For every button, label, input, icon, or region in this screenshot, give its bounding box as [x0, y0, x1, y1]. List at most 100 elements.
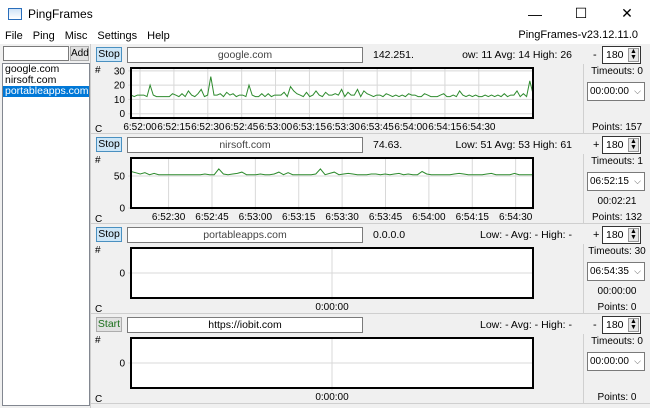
stop-button[interactable]: Stop — [96, 227, 122, 242]
side-info: Timeouts: 1 06:52:15 ⌵ 00:02:21 Points: 1… — [583, 154, 650, 224]
y-tick-label: 0 — [119, 269, 125, 280]
title-bar: PingFrames — ☐ ✕ — [0, 0, 650, 27]
x-tick-label: 6:53:15 — [282, 212, 316, 223]
y-tick-label: 0 — [119, 359, 125, 370]
menu-help[interactable]: Help — [142, 30, 175, 42]
count-stepper[interactable]: 180 ▲ ▼ — [602, 316, 641, 334]
x-tick-label: 0:00:00 — [315, 302, 349, 313]
points-label: Points: 0 — [597, 392, 637, 403]
elapsed-label: 00:00:00 — [597, 286, 637, 297]
ping-panel: Start https://iobit.com Low: - Avg: - Hi… — [91, 314, 650, 404]
window-title: PingFrames — [28, 6, 93, 21]
x-tick-label: 6:54:30 — [499, 212, 533, 223]
count-stepper[interactable]: 180 ▲ ▼ — [602, 136, 641, 154]
ip-address: 0.0.0.0 — [373, 229, 406, 241]
menu-file[interactable]: File — [0, 30, 28, 42]
x-tick-label: 6:52:45 — [225, 122, 259, 133]
ip-address: 74.63. — [373, 139, 403, 151]
x-tick-label: 6:54:15 — [428, 122, 462, 133]
c-label: C — [95, 124, 102, 134]
ping-stats: Low: - Avg: - High: - — [479, 229, 572, 241]
x-tick-label: 6:53:15 — [293, 122, 327, 133]
count-stepper[interactable]: 180 ▲ ▼ — [602, 46, 641, 64]
y-tick-label: 10 — [114, 95, 126, 106]
ip-address: 142.251. — [373, 49, 414, 61]
c-label: C — [95, 304, 102, 314]
x-tick-label: 6:52:00 — [123, 122, 157, 133]
elapsed-label: 00:02:21 — [597, 196, 637, 207]
menu-settings[interactable]: Settings — [92, 30, 142, 42]
side-info: Timeouts: 0 00:00:00 ⌵ Points: 0 — [583, 334, 650, 404]
version-label: PingFrames-v23.12.11.0 — [518, 29, 638, 41]
time-dropdown[interactable]: 00:00:00 ⌵ — [587, 82, 645, 101]
hash-label: # — [95, 335, 101, 346]
ping-chart: 6:52:00 6:52:15 6:52:30 6:52:45 6:53:00 6:53:… — [95, 65, 534, 134]
close-button[interactable]: ✕ — [604, 0, 650, 27]
ping-chart: 0:00:00 0 # C — [95, 245, 534, 314]
time-dropdown[interactable]: 06:54:35 ⌵ — [587, 262, 645, 281]
menu-misc[interactable]: Misc — [60, 30, 93, 42]
c-label: C — [95, 394, 102, 404]
menu-bar: File Ping Misc Settings Help PingFrames-… — [0, 27, 650, 44]
timeouts-label: Timeouts: 0 — [591, 66, 643, 77]
x-tick-label: 6:54:15 — [456, 212, 490, 223]
x-tick-label: 6:53:00 — [259, 122, 293, 133]
x-tick-label: 6:53:45 — [360, 122, 394, 133]
ping-panel: Stop google.com 142.251. ow: 11 Avg: 14 … — [91, 44, 650, 134]
time-dropdown-value: 00:00:00 — [590, 356, 629, 367]
ping-chart: 6:52:30 6:52:45 6:53:00 6:53:15 6:53:30 6:53:… — [95, 155, 534, 224]
time-dropdown-value: 00:00:00 — [590, 86, 629, 97]
x-tick-label: 6:53:45 — [369, 212, 403, 223]
host-field[interactable]: portableapps.com — [127, 227, 363, 243]
add-host-input[interactable] — [3, 46, 69, 61]
ping-chart: 0:00:00 0 # C — [95, 335, 534, 404]
host-list-item-selected[interactable]: portableapps.com — [3, 86, 89, 97]
ping-panel: Stop nirsoft.com 74.63. Low: 51 Avg: 53 … — [91, 134, 650, 224]
stepper-arrows-icon[interactable]: ▲ ▼ — [628, 138, 639, 152]
x-tick-label: 6:53:30 — [325, 212, 359, 223]
stop-button[interactable]: Stop — [96, 47, 122, 62]
stepper-arrows-icon[interactable]: ▲ ▼ — [628, 228, 639, 242]
ping-stats: Low: - Avg: - High: - — [479, 319, 572, 331]
timeouts-label: Timeouts: 0 — [591, 336, 643, 347]
stop-button[interactable]: Stop — [96, 137, 122, 152]
x-tick-label: 6:52:30 — [152, 212, 186, 223]
count-value: 180 — [606, 139, 624, 151]
chevron-down-icon: ⌵ — [634, 176, 641, 186]
time-dropdown[interactable]: 00:00:00 ⌵ — [587, 352, 645, 371]
x-tick-label: 6:54:30 — [462, 122, 496, 133]
sign-label: - — [593, 49, 597, 61]
start-button[interactable]: Start — [96, 317, 122, 332]
x-tick-label: 6:53:00 — [239, 212, 273, 223]
x-tick-label: 6:54:00 — [412, 212, 446, 223]
count-stepper[interactable]: 180 ▲ ▼ — [602, 226, 641, 244]
count-value: 180 — [606, 319, 624, 331]
chevron-down-icon: ⌵ — [634, 356, 641, 366]
chevron-down-icon: ⌵ — [634, 86, 641, 96]
y-tick-label: 0 — [119, 204, 125, 215]
host-field[interactable]: nirsoft.com — [127, 137, 363, 153]
ping-stats: Low: 51 Avg: 53 High: 61 — [455, 139, 572, 151]
timeouts-label: Timeouts: 1 — [591, 156, 643, 167]
x-tick-label: 6:52:30 — [191, 122, 225, 133]
count-value: 180 — [606, 49, 624, 61]
timeouts-label: Timeouts: 30 — [588, 246, 646, 257]
c-label: C — [95, 214, 102, 224]
minimize-button[interactable]: — — [512, 0, 558, 27]
add-button[interactable]: Add — [70, 46, 89, 61]
ping-panel: Stop portableapps.com 0.0.0.0 Low: - Avg… — [91, 224, 650, 314]
stepper-arrows-icon[interactable]: ▲ ▼ — [628, 48, 639, 62]
host-field[interactable]: google.com — [127, 47, 363, 63]
y-tick-label: 50 — [114, 171, 126, 182]
maximize-button[interactable]: ☐ — [558, 0, 604, 27]
x-tick-label: 6:52:45 — [195, 212, 229, 223]
host-list[interactable]: google.com nirsoft.com portableapps.com — [2, 63, 90, 406]
sign-label: + — [593, 229, 600, 241]
stepper-arrows-icon[interactable]: ▲ ▼ — [628, 318, 639, 332]
points-label: Points: 157 — [591, 122, 643, 133]
host-field[interactable]: https://iobit.com — [127, 317, 363, 333]
menu-ping[interactable]: Ping — [28, 30, 60, 42]
host-sidebar: Add google.com nirsoft.com portableapps.… — [0, 44, 91, 408]
time-dropdown[interactable]: 06:52:15 ⌵ — [587, 172, 645, 191]
ping-stats: ow: 11 Avg: 14 High: 26 — [462, 49, 572, 61]
